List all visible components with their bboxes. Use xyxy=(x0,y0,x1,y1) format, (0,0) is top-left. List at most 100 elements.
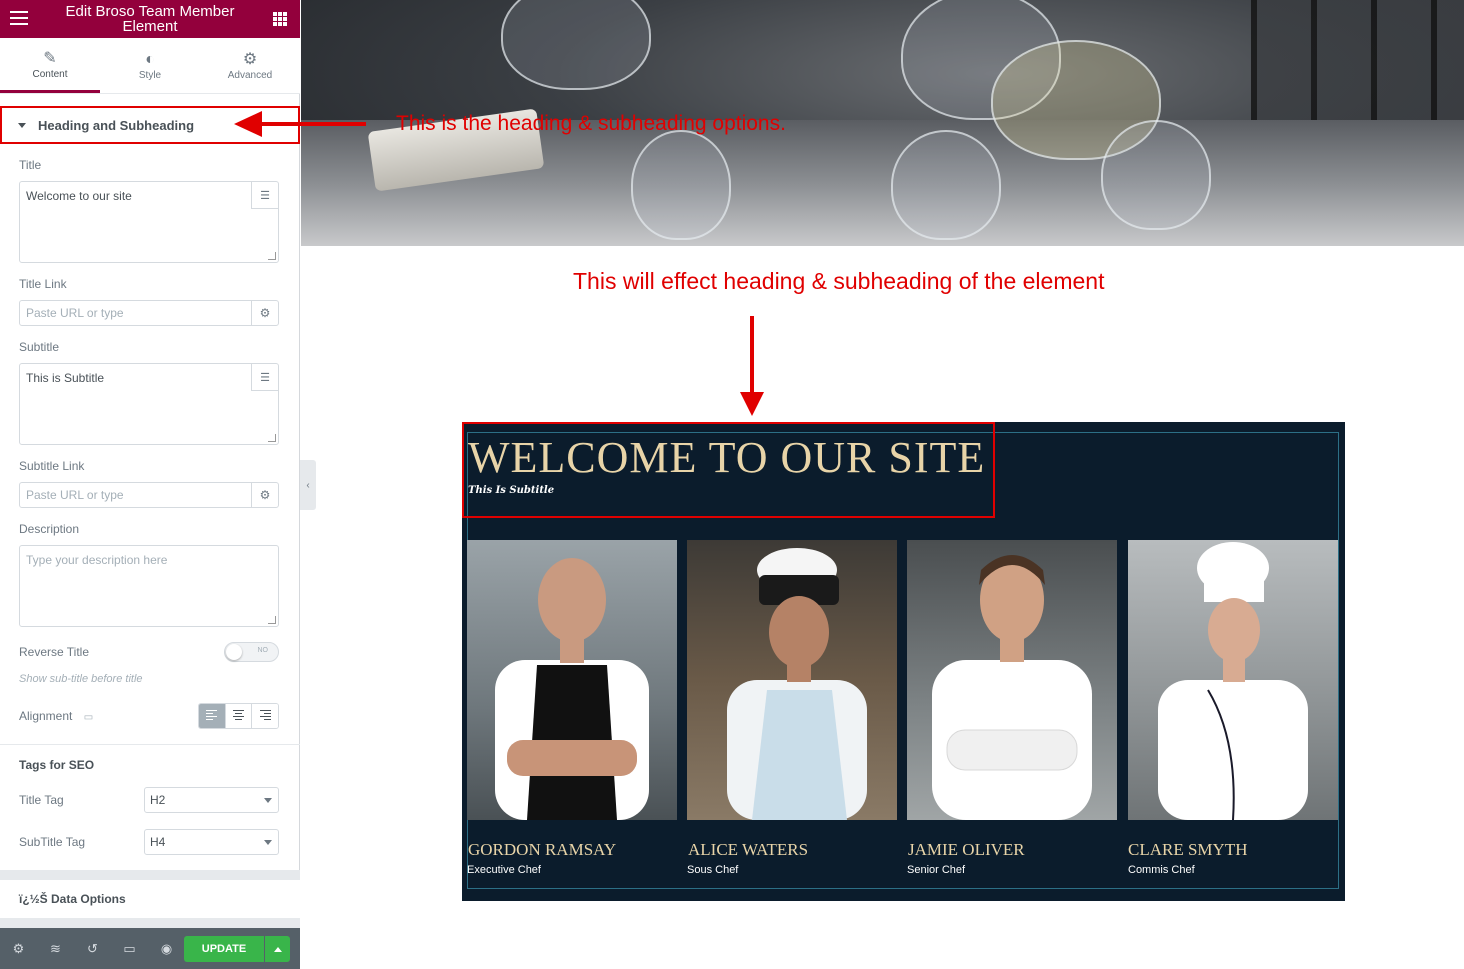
member-name: JAMIE OLIVER xyxy=(908,840,1025,859)
title-textarea[interactable]: Welcome to our site ☰ xyxy=(19,181,279,263)
annotation-highlight-box xyxy=(462,422,995,518)
navigator-layers-icon[interactable]: ≋ xyxy=(37,941,74,957)
alignment-label-text: Alignment xyxy=(19,709,73,723)
subtitle-tag-value: H4 xyxy=(150,835,166,849)
chef-portrait xyxy=(495,558,649,820)
caret-down-icon xyxy=(18,122,26,128)
member-name: CLARE SMYTH xyxy=(1128,840,1248,859)
reverse-title-label: Reverse Title xyxy=(19,645,90,659)
update-options-caret-icon[interactable] xyxy=(265,936,290,962)
editor-panel: Edit Broso Team Member Element ✎ Content… xyxy=(0,0,300,969)
member-photo xyxy=(467,540,677,820)
tab-style[interactable]: ◐ Style xyxy=(100,38,200,93)
section-data-options[interactable]: ï¿½Š Data Options xyxy=(0,880,300,918)
title-tag-value: H2 xyxy=(150,793,166,807)
annotation-heading-options: This is the heading & subheading options… xyxy=(396,112,786,135)
member-photo xyxy=(1128,540,1338,820)
responsive-mode-icon[interactable]: ▭ xyxy=(111,941,148,957)
member-name: ALICE WATERS xyxy=(688,840,809,859)
resize-handle-icon[interactable] xyxy=(268,252,276,260)
panel-header: Edit Broso Team Member Element xyxy=(0,0,300,38)
preview-eye-icon[interactable]: ◉ xyxy=(148,941,185,957)
section-separator xyxy=(0,870,300,880)
description-textarea[interactable]: Type your description here xyxy=(19,545,279,627)
description-placeholder: Type your description here xyxy=(26,553,168,567)
subtitle-tag-label: SubTitle Tag xyxy=(19,835,86,849)
align-center-icon xyxy=(233,710,244,722)
reverse-title-hint: Show sub-title before title xyxy=(19,673,143,685)
chef-portrait xyxy=(1158,542,1308,820)
title-link-input[interactable] xyxy=(20,301,252,325)
tab-style-label: Style xyxy=(138,70,162,81)
title-tag-select[interactable]: H2 xyxy=(144,787,279,813)
reverse-title-toggle[interactable]: NO xyxy=(224,642,279,662)
dynamic-tags-icon[interactable]: ☰ xyxy=(251,364,278,391)
toggle-state: NO xyxy=(257,647,269,654)
panel-footer: ⚙ ≋ ↺ ▭ ◉ UPDATE xyxy=(0,928,300,969)
subtitle-link-field[interactable]: ⚙ xyxy=(19,482,279,508)
title-tag-label: Title Tag xyxy=(19,793,64,807)
annotation-arrow-shaft xyxy=(258,122,366,126)
align-left-icon xyxy=(206,710,218,722)
title-link-label: Title Link xyxy=(19,277,67,291)
alignment-choices xyxy=(198,703,279,729)
history-icon[interactable]: ↺ xyxy=(74,941,111,957)
link-options-gear-icon[interactable]: ⚙ xyxy=(251,483,278,507)
member-role: Sous Chef xyxy=(687,864,739,876)
chevron-down-icon xyxy=(264,840,272,845)
subtitle-label: Subtitle xyxy=(19,340,60,354)
subtitle-value: This is Subtitle xyxy=(26,371,105,385)
member-photo xyxy=(687,540,897,820)
wine-glass xyxy=(501,0,651,90)
panel-tabs: ✎ Content ◐ Style ⚙ Advanced xyxy=(0,38,300,94)
member-name: GORDON RAMSAY xyxy=(468,840,617,859)
title-label: Title xyxy=(19,158,42,172)
resize-handle-icon[interactable] xyxy=(268,434,276,442)
divider xyxy=(0,744,300,745)
annotation-arrow-left-icon xyxy=(234,111,262,137)
annotation-arrow-down-icon xyxy=(740,392,764,416)
align-right-icon xyxy=(259,710,271,722)
tab-content-label: Content xyxy=(32,68,68,80)
settings-gear-icon[interactable]: ⚙ xyxy=(0,941,37,957)
panel-title: Edit Broso Team Member Element xyxy=(65,3,235,35)
section-title: Heading and Subheading xyxy=(38,117,195,133)
data-options-label: ï¿½Š Data Options xyxy=(19,892,126,906)
member-role: Senior Chef xyxy=(907,864,966,876)
dynamic-tags-icon[interactable]: ☰ xyxy=(251,182,278,209)
wine-glass xyxy=(891,130,1001,240)
desktop-icon[interactable]: ▭ xyxy=(84,712,93,723)
subtitle-link-label: Subtitle Link xyxy=(19,459,85,473)
resize-handle-icon[interactable] xyxy=(268,616,276,624)
tab-content[interactable]: ✎ Content xyxy=(0,38,100,93)
gear-icon: ⚙ xyxy=(242,51,258,68)
link-options-gear-icon[interactable]: ⚙ xyxy=(251,301,278,325)
chef-portrait xyxy=(727,548,867,820)
member-role: Executive Chef xyxy=(467,864,541,876)
align-left-button[interactable] xyxy=(199,704,226,728)
align-center-button[interactable] xyxy=(225,704,253,728)
pencil-icon: ✎ xyxy=(43,49,57,67)
wine-glass xyxy=(1101,120,1211,230)
annotation-effect: This will effect heading & subheading of… xyxy=(573,268,1105,294)
section-separator xyxy=(0,918,300,928)
collapse-panel-chevron-icon[interactable]: ‹ xyxy=(300,460,316,510)
half-circle-icon: ◐ xyxy=(145,51,155,68)
toggle-knob xyxy=(226,644,242,660)
chef-portrait xyxy=(932,555,1092,820)
annotation-arrow-shaft xyxy=(750,316,754,396)
update-button[interactable]: UPDATE xyxy=(184,936,264,962)
tab-advanced[interactable]: ⚙ Advanced xyxy=(200,38,300,93)
hamburger-menu-icon[interactable] xyxy=(10,11,28,25)
seo-heading: Tags for SEO xyxy=(19,758,95,772)
subtitle-tag-select[interactable]: H4 xyxy=(144,829,279,855)
align-right-button[interactable] xyxy=(252,704,278,728)
subtitle-textarea[interactable]: This is Subtitle ☰ xyxy=(19,363,279,445)
widgets-grid-icon[interactable] xyxy=(273,12,287,26)
description-label: Description xyxy=(19,522,80,536)
alignment-label: Alignment ▭ xyxy=(19,709,93,723)
subtitle-link-input[interactable] xyxy=(20,483,252,507)
title-link-field[interactable]: ⚙ xyxy=(19,300,279,326)
wine-glass xyxy=(631,130,731,240)
title-value: Welcome to our site xyxy=(26,189,132,203)
